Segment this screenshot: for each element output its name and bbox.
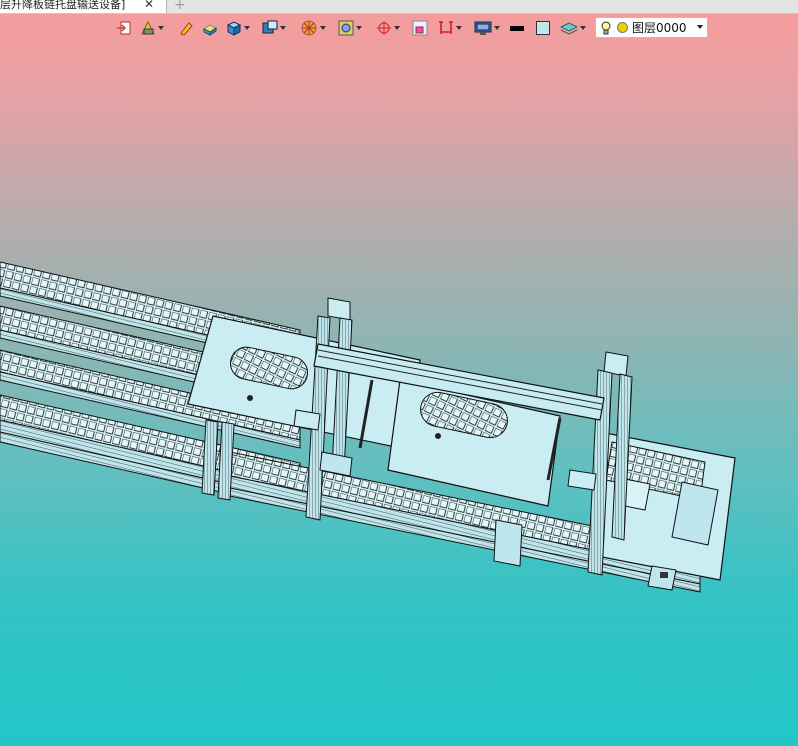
chevron-down-icon <box>494 26 500 30</box>
section-view-button[interactable] <box>338 19 362 37</box>
sketch-tools-button[interactable] <box>140 19 164 37</box>
exit-sketch-button[interactable] <box>116 19 132 37</box>
sketch-tools-icon <box>141 20 155 35</box>
solid-box-icon <box>226 21 242 36</box>
chevron-down-icon <box>320 26 326 30</box>
lightbulb-icon[interactable] <box>600 21 612 35</box>
line-color-button[interactable] <box>510 19 524 37</box>
layer-select[interactable]: 图层0000 <box>595 17 708 38</box>
chevron-down-icon <box>280 26 286 30</box>
section-view-icon <box>338 20 354 36</box>
document-tab-title: 层升降板链托盘输送设备] <box>0 0 126 11</box>
chevron-down-icon <box>356 26 362 30</box>
chevron-down-icon <box>697 25 703 29</box>
close-icon[interactable]: ✕ <box>144 0 154 11</box>
exit-sketch-icon <box>117 21 131 35</box>
chevron-down-icon <box>394 26 400 30</box>
select-filter-icon <box>412 20 428 36</box>
view-cube-icon <box>262 20 278 34</box>
document-tab-bar: 层升降板链托盘输送设备] ✕ + <box>0 0 798 14</box>
orient-axes-icon <box>377 21 391 35</box>
display-settings-button[interactable] <box>474 19 500 37</box>
document-tab[interactable]: 层升降板链托盘输送设备] ✕ <box>0 0 167 13</box>
fill-color-button[interactable] <box>536 19 550 37</box>
layer-color-dot <box>617 22 628 33</box>
select-filter-button[interactable] <box>412 19 428 37</box>
conveyor-model[interactable] <box>0 0 798 746</box>
orient-axes-button[interactable] <box>376 19 400 37</box>
eraser-box-button[interactable] <box>202 19 218 37</box>
eraser-box-icon <box>203 24 217 36</box>
view-cube-button[interactable] <box>262 19 286 37</box>
measure-icon <box>439 21 453 34</box>
add-tab-button[interactable]: + <box>174 0 186 13</box>
line-color-swatch <box>510 25 524 31</box>
measure-button[interactable] <box>438 19 462 37</box>
fill-color-swatch <box>536 21 550 35</box>
chevron-down-icon <box>244 26 250 30</box>
solid-box-button[interactable] <box>226 19 250 37</box>
chevron-down-icon <box>580 26 586 30</box>
pencil-icon <box>180 22 193 36</box>
3d-viewport[interactable] <box>0 0 798 746</box>
chevron-down-icon <box>456 26 462 30</box>
view-toolbar <box>114 17 596 39</box>
render-mode-icon <box>301 20 317 36</box>
layer-stack-icon <box>560 22 578 35</box>
pencil-button[interactable] <box>178 19 194 37</box>
layer-stack-button[interactable] <box>560 19 586 37</box>
render-mode-button[interactable] <box>300 19 326 37</box>
layer-name: 图层0000 <box>632 21 687 35</box>
chevron-down-icon <box>158 26 164 30</box>
display-settings-icon <box>474 21 492 35</box>
